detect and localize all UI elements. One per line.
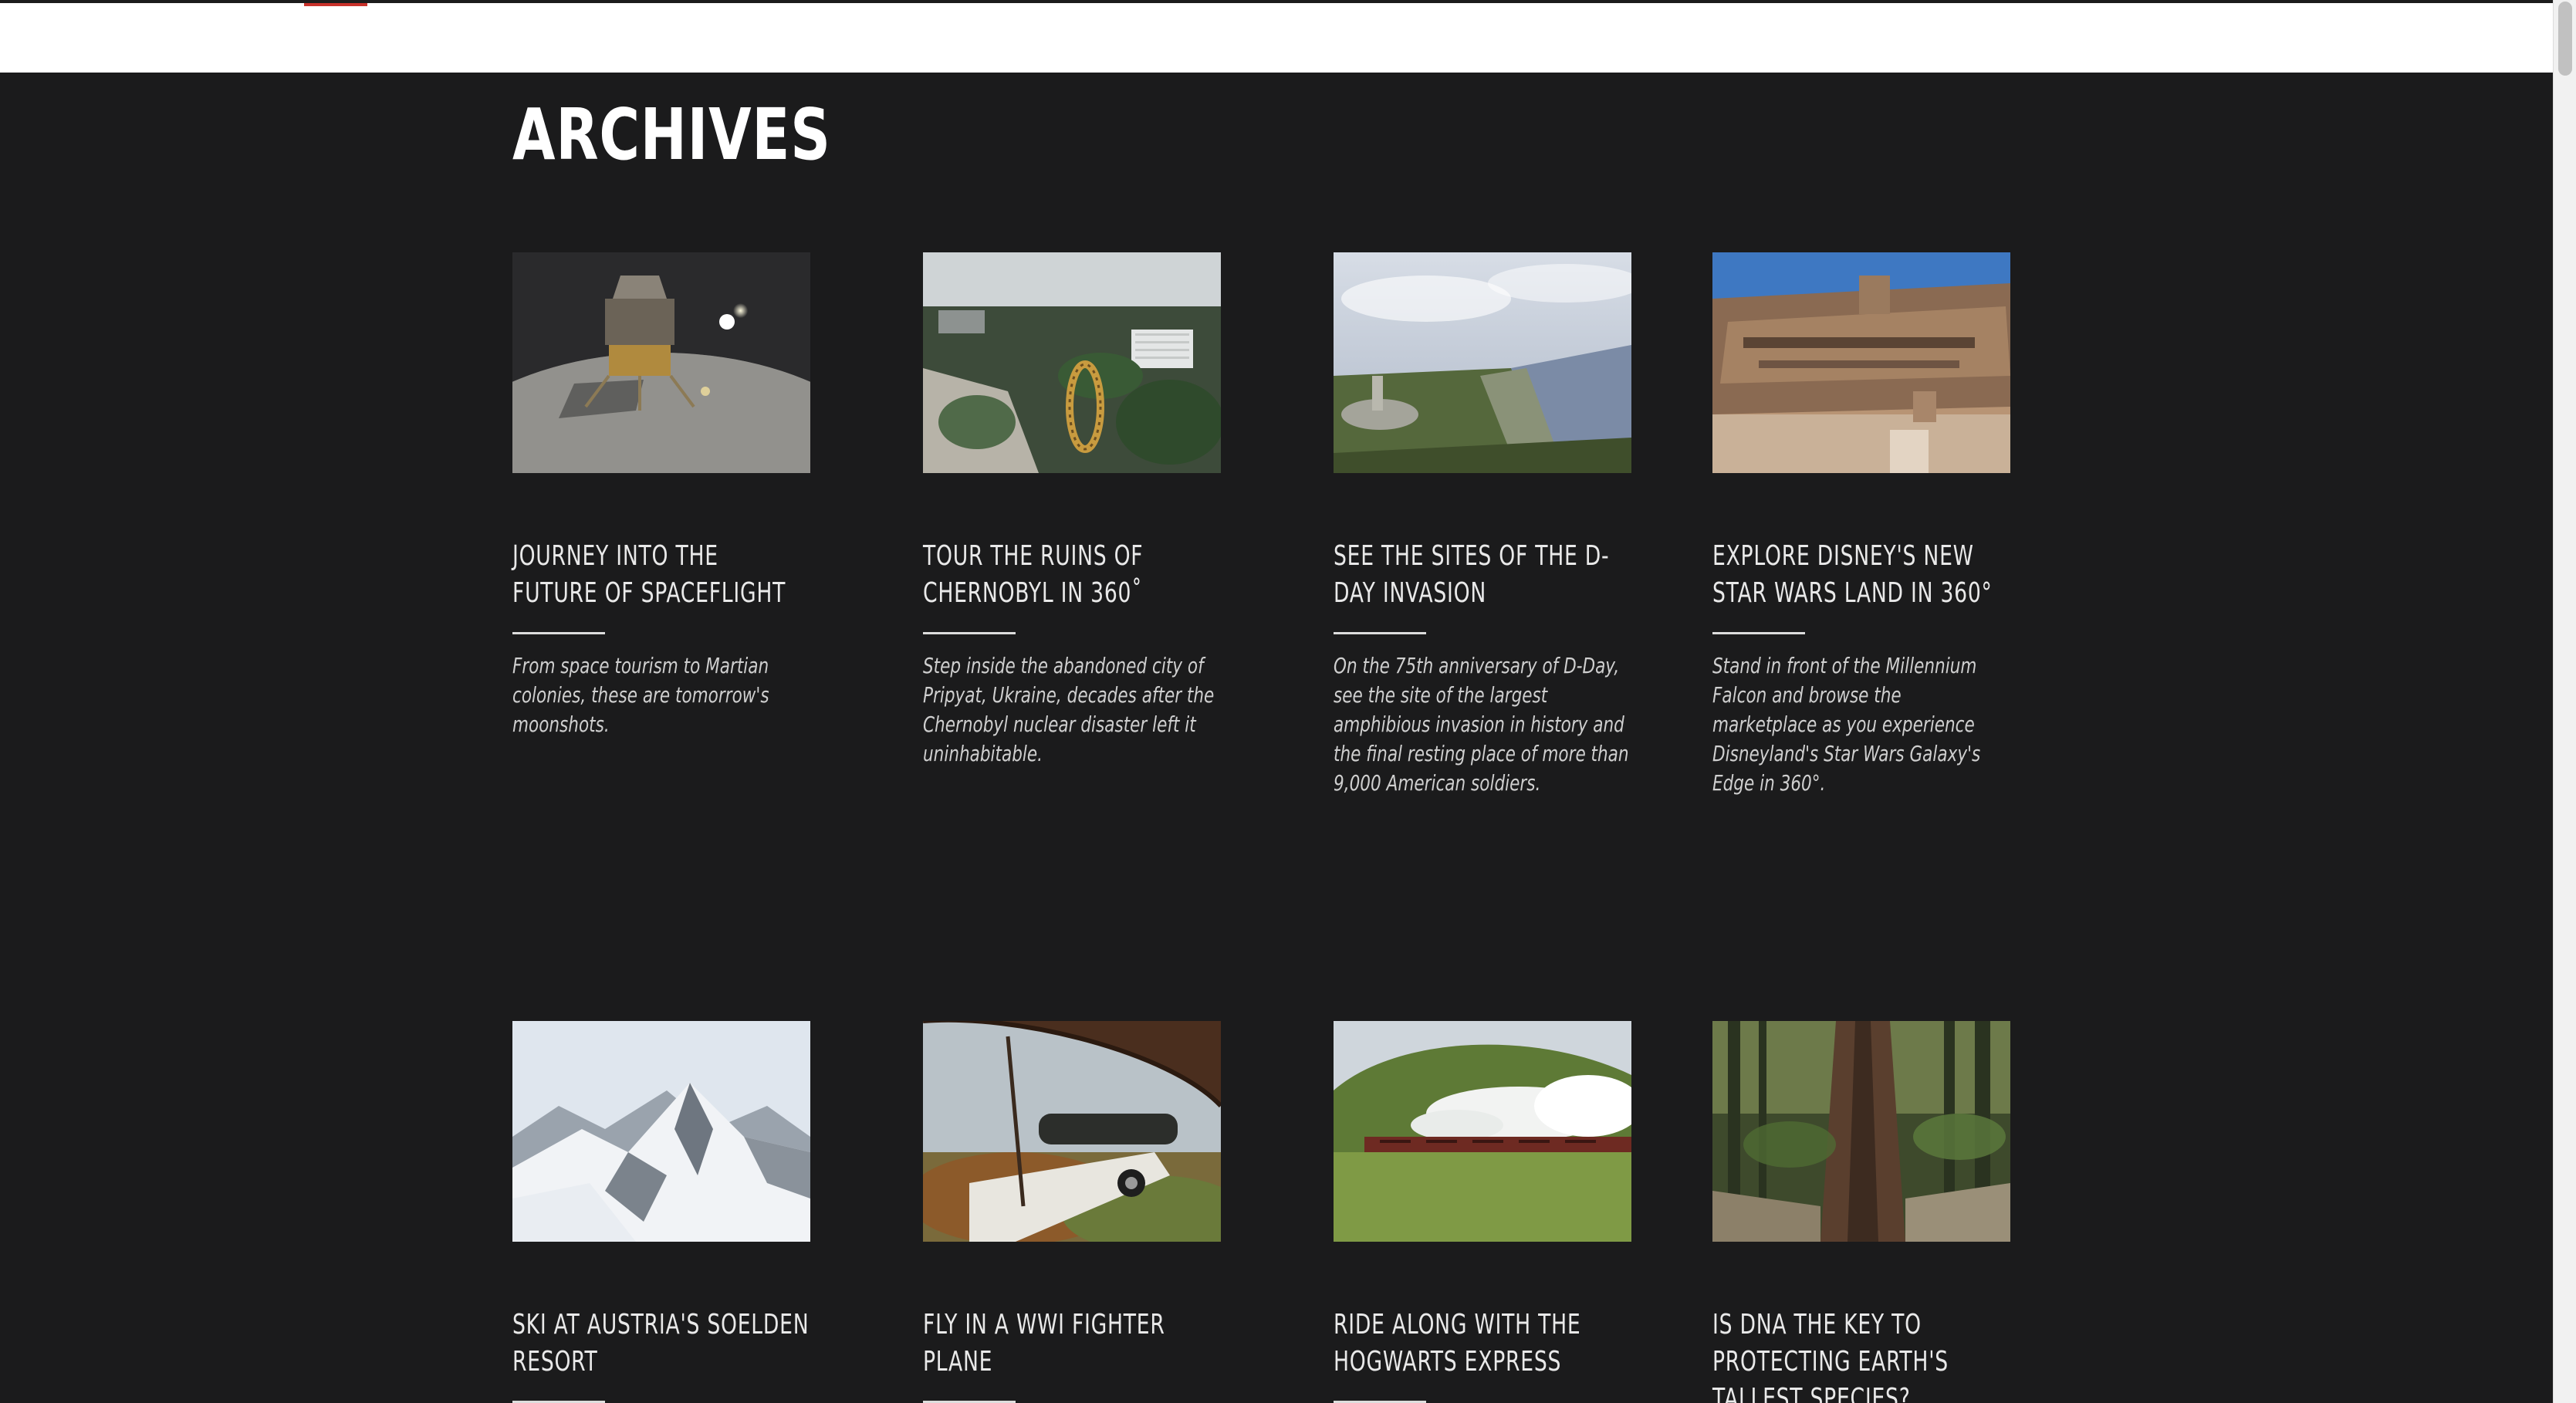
archive-card-hogwarts-express[interactable]: RIDE ALONG WITH THE HOGWARTS EXPRESS (1334, 1021, 1631, 1403)
card-thumbnail-spaceflight[interactable] (512, 252, 810, 473)
card-thumbnail-wwi-plane[interactable] (923, 1021, 1221, 1242)
active-nav-indicator (304, 3, 367, 6)
archive-card-dday[interactable]: SEE THE SITES OF THE D-DAY INVASION On t… (1334, 252, 1631, 798)
scrollbar-thumb[interactable] (2558, 2, 2572, 76)
card-description: On the 75th anniversary of D-Day, see th… (1334, 653, 1629, 796)
archive-card-wwi-plane[interactable]: FLY IN A WWI FIGHTER PLANE (923, 1021, 1221, 1403)
headline-divider (512, 632, 605, 634)
card-thumbnail-star-wars[interactable] (1712, 252, 2010, 473)
headline-divider (923, 632, 1016, 634)
card-thumbnail-hogwarts-express[interactable] (1334, 1021, 1631, 1242)
section-title: ARCHIVES (512, 93, 831, 176)
card-description: Step inside the abandoned city of Pripya… (923, 653, 1215, 766)
archives-section (0, 73, 2553, 1403)
card-headline[interactable]: SEE THE SITES OF THE D-DAY INVASION (1334, 538, 1631, 612)
card-headline[interactable]: RIDE ALONG WITH THE HOGWARTS EXPRESS (1334, 1307, 1631, 1381)
archive-card-star-wars[interactable]: EXPLORE DISNEY'S NEW STAR WARS LAND IN 3… (1712, 252, 2010, 798)
card-thumbnail-dday[interactable] (1334, 252, 1631, 473)
headline-divider (1334, 632, 1426, 634)
archive-card-spaceflight[interactable]: JOURNEY INTO THE FUTURE OF SPACEFLIGHT F… (512, 252, 810, 739)
card-description: From space tourism to Martian colonies, … (512, 653, 769, 737)
archive-card-chernobyl[interactable]: TOUR THE RUINS OF CHERNOBYL IN 360˚ Step… (923, 252, 1221, 769)
top-nav-bar (0, 0, 2553, 73)
card-description: Stand in front of the Millennium Falcon … (1712, 653, 1981, 796)
card-headline[interactable]: FLY IN A WWI FIGHTER PLANE (923, 1307, 1220, 1381)
archive-card-soelden[interactable]: SKI AT AUSTRIA'S SOELDEN RESORT (512, 1021, 810, 1403)
card-headline[interactable]: IS DNA THE KEY TO PROTECTING EARTH'S TAL… (1712, 1307, 2010, 1403)
headline-divider (1712, 632, 1805, 634)
card-headline[interactable]: EXPLORE DISNEY'S NEW STAR WARS LAND IN 3… (1712, 538, 2010, 612)
archive-card-redwoods[interactable]: IS DNA THE KEY TO PROTECTING EARTH'S TAL… (1712, 1021, 2010, 1403)
card-thumbnail-chernobyl[interactable] (923, 252, 1221, 473)
card-headline[interactable]: TOUR THE RUINS OF CHERNOBYL IN 360˚ (923, 538, 1220, 612)
page: ARCHIVES JOURNEY INTO THE FUTURE OF SPAC… (0, 0, 2576, 1403)
card-thumbnail-soelden[interactable] (512, 1021, 810, 1242)
card-headline[interactable]: SKI AT AUSTRIA'S SOELDEN RESORT (512, 1307, 810, 1381)
card-headline[interactable]: JOURNEY INTO THE FUTURE OF SPACEFLIGHT (512, 538, 810, 612)
vertical-scrollbar[interactable] (2553, 0, 2576, 1403)
card-thumbnail-redwoods[interactable] (1712, 1021, 2010, 1242)
